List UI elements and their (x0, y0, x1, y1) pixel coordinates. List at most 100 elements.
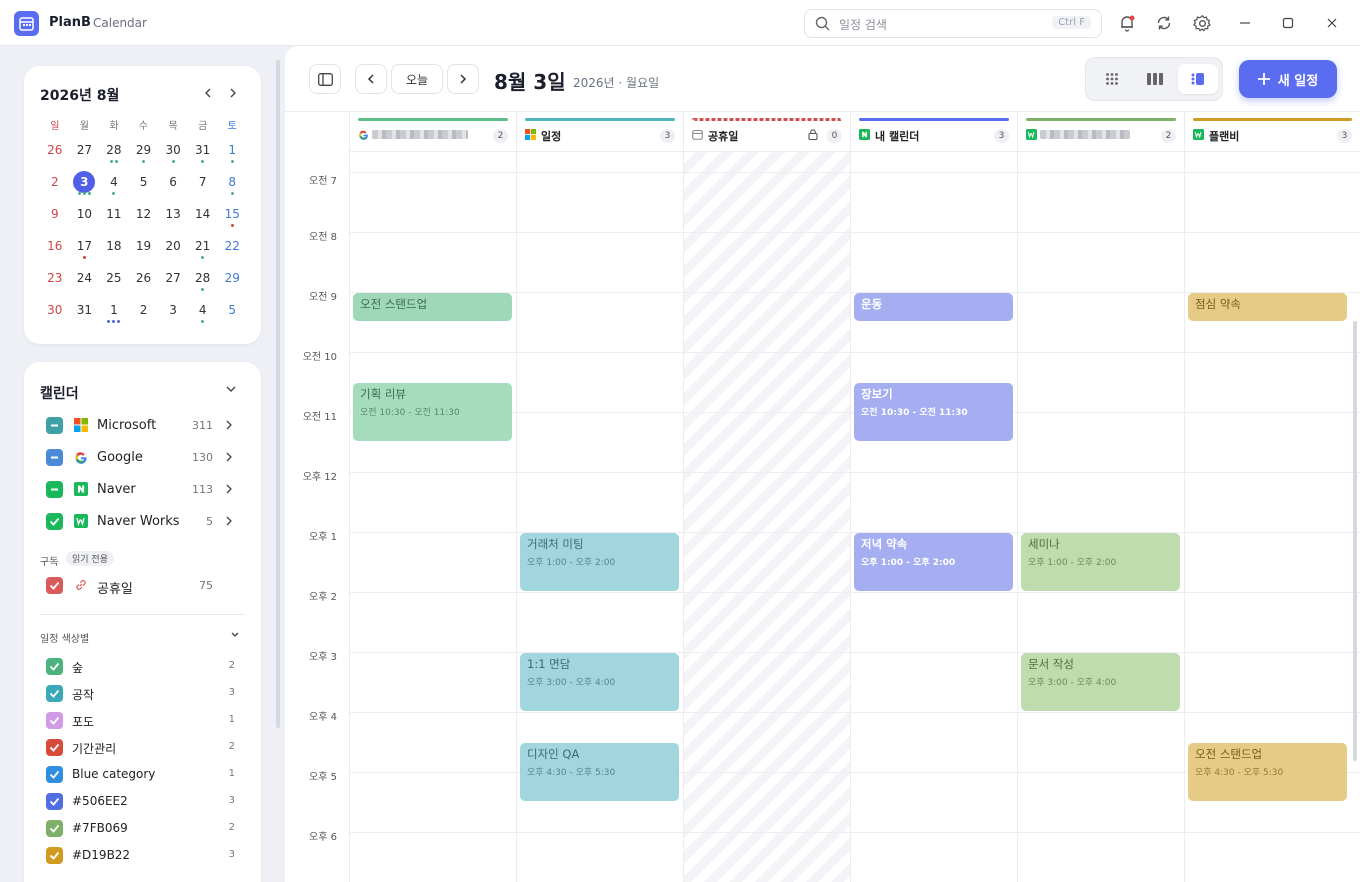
event-block[interactable]: 문서 작성 오후 3:00 - 오후 4:00 (1021, 653, 1180, 711)
subscription-holidays[interactable]: 공휴일 75 (46, 574, 242, 598)
checkbox[interactable] (46, 793, 63, 810)
time-grid[interactable]: 오전 7 오전 8 오전 9 오전 10 오전 11 오후 12 오후 1 오후 2 오후 3 오… (285, 152, 1360, 882)
mini-calendar-day[interactable]: 7 (188, 169, 218, 201)
checkbox[interactable] (46, 685, 63, 702)
mini-calendar-day[interactable]: 1 (99, 297, 129, 329)
minimize-icon[interactable] (1234, 12, 1256, 34)
maximize-icon[interactable] (1277, 12, 1299, 34)
mini-calendar-day[interactable]: 10 (70, 201, 100, 233)
column-header[interactable]: 일정 3 (516, 112, 683, 152)
chevron-right-icon[interactable] (224, 419, 234, 434)
today-button[interactable]: 오늘 (391, 64, 443, 94)
mini-calendar-day[interactable]: 2 (129, 297, 159, 329)
event-block[interactable]: 운동 (854, 293, 1013, 321)
mini-calendar-day[interactable]: 27 (70, 137, 100, 169)
mini-calendar-day[interactable]: 8 (217, 169, 247, 201)
checkbox[interactable] (46, 417, 63, 434)
mini-calendar-day[interactable]: 1 (217, 137, 247, 169)
color-category-item[interactable]: #7FB069 2 (46, 818, 242, 840)
mini-calendar-day[interactable]: 5 (217, 297, 247, 329)
checkbox[interactable] (46, 766, 63, 783)
mini-calendar-day[interactable]: 15 (217, 201, 247, 233)
mini-calendar-day[interactable]: 29 (217, 265, 247, 297)
column-header[interactable]: 플랜비 3 (1184, 112, 1360, 152)
prev-day-button[interactable] (355, 64, 387, 94)
next-month-icon[interactable] (225, 85, 241, 101)
calendar-account-naver[interactable]: Naver 113 (46, 478, 242, 502)
mini-calendar-day[interactable]: 5 (129, 169, 159, 201)
event-block[interactable]: 오전 스탠드업 오후 4:30 - 오후 5:30 (1188, 743, 1347, 801)
mini-calendar-day[interactable]: 4 (188, 297, 218, 329)
color-category-item[interactable]: 숲2 (46, 656, 242, 678)
mini-calendar-day[interactable]: 11 (99, 201, 129, 233)
event-block[interactable]: 오전 스탠드업 (353, 293, 512, 321)
mini-calendar-day[interactable]: 24 (70, 265, 100, 297)
event-block[interactable]: 기획 리뷰 오전 10:30 - 오전 11:30 (353, 383, 512, 441)
mini-calendar-day[interactable]: 31 (188, 137, 218, 169)
color-category-item[interactable]: 기간관리 2 (46, 737, 242, 759)
column-header[interactable]: 공휴일 0 (683, 112, 850, 152)
mini-calendar-day[interactable]: 23 (40, 265, 70, 297)
event-block[interactable]: 거래처 미팅 오후 1:00 - 오후 2:00 (520, 533, 679, 591)
mini-calendar-day[interactable]: 28 (188, 265, 218, 297)
color-category-item[interactable]: Blue category 1 (46, 764, 242, 786)
mini-calendar-day[interactable]: 17 (70, 233, 100, 265)
month-view-button[interactable] (1092, 64, 1132, 94)
mini-calendar-day[interactable]: 3 (158, 297, 188, 329)
mini-calendar-day[interactable]: 2 (40, 169, 70, 201)
checkbox[interactable] (46, 820, 63, 837)
mini-calendar-day[interactable]: 16 (40, 233, 70, 265)
mini-calendar-day[interactable]: 20 (158, 233, 188, 265)
mini-calendar-day[interactable]: 21 (188, 233, 218, 265)
mini-calendar-day[interactable]: 25 (99, 265, 129, 297)
settings-gear-icon[interactable] (1191, 12, 1213, 34)
mini-calendar-day[interactable]: 27 (158, 265, 188, 297)
event-block[interactable]: 디자인 QA 오후 4:30 - 오후 5:30 (520, 743, 679, 801)
color-category-item[interactable]: #D19B22 3 (46, 845, 242, 867)
event-block[interactable]: 장보기 오전 10:30 - 오전 11:30 (854, 383, 1013, 441)
mini-calendar-day[interactable]: 30 (40, 297, 70, 329)
column-header[interactable]: 2 (1017, 112, 1184, 152)
mini-calendar-day[interactable]: 26 (129, 265, 159, 297)
week-view-button[interactable] (1135, 64, 1175, 94)
column-header[interactable]: 내 캘린더 3 (850, 112, 1017, 152)
new-event-button[interactable]: 새 일정 (1239, 60, 1337, 98)
color-category-item[interactable]: 공작 3 (46, 683, 242, 705)
mini-calendar-day[interactable]: 31 (70, 297, 100, 329)
toggle-sidebar-button[interactable] (309, 64, 341, 94)
close-icon[interactable] (1321, 12, 1343, 34)
checkbox[interactable] (46, 449, 63, 466)
calendar-account-microsoft[interactable]: Microsoft 311 (46, 414, 242, 438)
checkbox[interactable] (46, 847, 63, 864)
event-block[interactable]: 세미나 오후 1:00 - 오후 2:00 (1021, 533, 1180, 591)
calendar-account-naver-works[interactable]: Naver Works 5 (46, 510, 242, 534)
mini-calendar-day[interactable]: 14 (188, 201, 218, 233)
checkbox[interactable] (46, 513, 63, 530)
mini-calendar-day[interactable]: 12 (129, 201, 159, 233)
mini-calendar-day[interactable]: 6 (158, 169, 188, 201)
mini-calendar-day[interactable]: 30 (158, 137, 188, 169)
checkbox[interactable] (46, 658, 63, 675)
mini-calendar-day[interactable]: 13 (158, 201, 188, 233)
color-category-item[interactable]: #506EE2 3 (46, 791, 242, 813)
checkbox[interactable] (46, 712, 63, 729)
chevron-right-icon[interactable] (224, 451, 234, 466)
mini-calendar-day[interactable]: 9 (40, 201, 70, 233)
mini-calendar-day[interactable]: 19 (129, 233, 159, 265)
chevron-right-icon[interactable] (224, 515, 234, 530)
mini-calendar-day[interactable]: 4 (99, 169, 129, 201)
notification-bell-icon[interactable] (1116, 12, 1138, 34)
chevron-down-icon[interactable] (224, 382, 238, 400)
sidebar-scrollbar[interactable] (276, 60, 280, 728)
prev-month-icon[interactable] (200, 85, 216, 101)
event-block[interactable]: 저녁 약속 오후 1:00 - 오후 2:00 (854, 533, 1013, 591)
chevron-right-icon[interactable] (224, 483, 234, 498)
event-block[interactable]: 점심 약속 (1188, 293, 1347, 321)
grid-scrollbar[interactable] (1353, 321, 1357, 761)
calendar-account-google[interactable]: Google 130 (46, 446, 242, 470)
event-block[interactable]: 1:1 면담 오후 3:00 - 오후 4:00 (520, 653, 679, 711)
next-day-button[interactable] (447, 64, 479, 94)
mini-calendar-day[interactable]: 26 (40, 137, 70, 169)
mini-calendar-today[interactable]: 3 (70, 169, 100, 201)
checkbox[interactable] (46, 481, 63, 498)
